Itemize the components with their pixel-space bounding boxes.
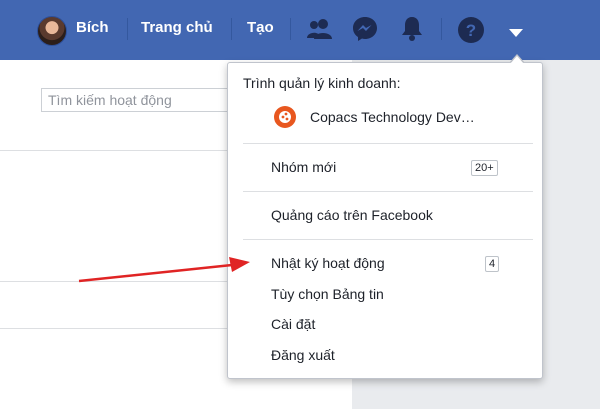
business-account-name[interactable]: Copacs Technology Dev…	[310, 109, 475, 125]
menu-item-label: Tùy chọn Bảng tin	[271, 286, 384, 302]
svg-text:?: ?	[466, 21, 476, 40]
menu-caret-fill	[510, 56, 524, 64]
avatar[interactable]	[37, 16, 67, 46]
activity-search-input[interactable]	[41, 88, 231, 112]
menu-item-activity-log[interactable]: Nhật ký hoạt động 4	[228, 252, 542, 276]
menu-item-label: Nhóm mới	[271, 159, 337, 175]
menu-item-label: Quảng cáo trên Facebook	[271, 207, 433, 223]
business-manager-title: Trình quản lý kinh doanh:	[243, 75, 401, 91]
menu-separator	[243, 239, 533, 240]
friend-requests-icon[interactable]	[306, 17, 334, 46]
menu-item-settings[interactable]: Cài đặt	[228, 313, 542, 337]
help-icon[interactable]: ?	[457, 16, 485, 49]
menu-item-label: Đăng xuất	[271, 347, 335, 363]
count-badge: 4	[485, 256, 500, 272]
menu-item-news-feed-preferences[interactable]: Tùy chọn Bảng tin	[228, 283, 542, 307]
account-menu-arrow-icon[interactable]	[508, 25, 524, 43]
nav-divider	[231, 18, 232, 40]
notifications-bell-icon[interactable]	[399, 14, 425, 49]
business-logo-icon[interactable]	[273, 105, 297, 129]
count-badge: 20+	[471, 160, 498, 176]
menu-item-facebook-ads[interactable]: Quảng cáo trên Facebook	[228, 204, 542, 228]
menu-separator	[243, 191, 533, 192]
top-navigation-bar: Bích Trang chủ Tạo ?	[0, 0, 600, 60]
nav-divider	[127, 18, 128, 40]
menu-item-label: Nhật ký hoạt động	[271, 255, 385, 271]
account-dropdown-menu: Trình quản lý kinh doanh: Copacs Technol…	[227, 62, 543, 379]
profile-name-link[interactable]: Bích	[76, 19, 109, 36]
messenger-icon[interactable]	[351, 15, 379, 48]
menu-item-new-group[interactable]: Nhóm mới 20+	[228, 156, 542, 180]
nav-divider	[441, 18, 442, 40]
create-link[interactable]: Tạo	[247, 19, 274, 36]
menu-item-label: Cài đặt	[271, 316, 316, 332]
nav-divider	[290, 18, 291, 40]
menu-separator	[243, 143, 533, 144]
menu-item-log-out[interactable]: Đăng xuất	[228, 344, 542, 368]
home-link[interactable]: Trang chủ	[141, 19, 213, 36]
